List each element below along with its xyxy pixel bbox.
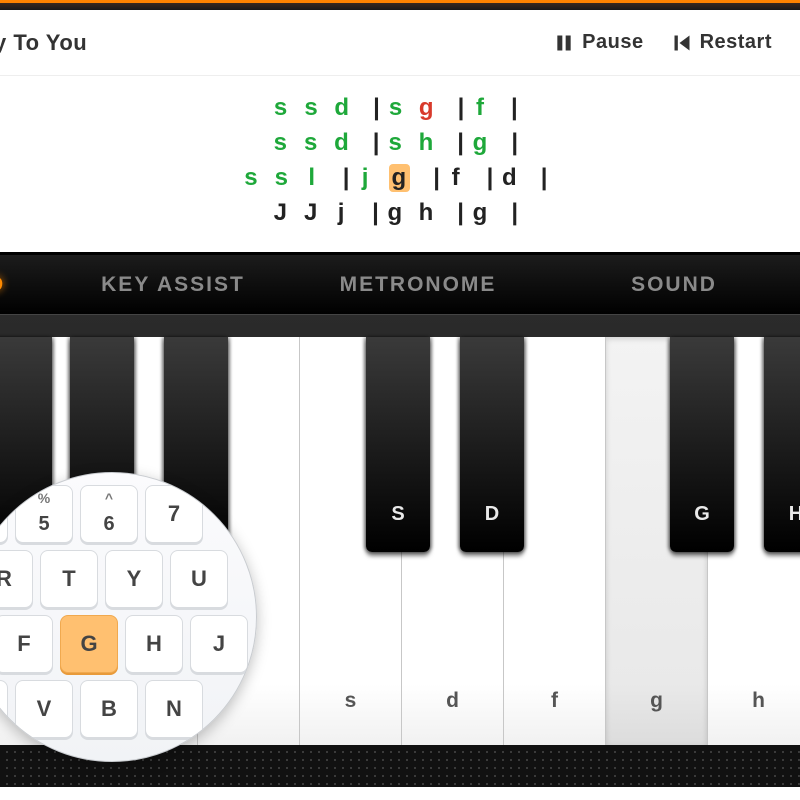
note-token: f — [449, 164, 464, 192]
keyboard-hint-key: B — [80, 680, 138, 738]
bar-separator: | — [339, 164, 354, 192]
keyboard-hint-key: H — [125, 615, 183, 673]
note-token: j — [334, 199, 349, 227]
black-key[interactable]: H — [764, 337, 800, 552]
note-token: h — [419, 129, 435, 157]
keyboard-hint-key: Y — [105, 550, 163, 608]
tab-key-assist[interactable]: KEY ASSIST — [58, 273, 288, 297]
header-buttons: Pause Restart — [554, 31, 772, 54]
app-root: y To You Pause Restart s s d |s g |f |s … — [0, 0, 800, 787]
bar-separator: | — [454, 199, 469, 227]
keyboard-hint-key: U — [170, 550, 228, 608]
keyboard-hint-key: C — [0, 680, 8, 738]
restart-button[interactable]: Restart — [672, 31, 772, 54]
keyboard-hint-key: G — [60, 615, 118, 673]
note-token: s — [304, 129, 319, 157]
bar-separator: | — [430, 164, 445, 192]
bar-separator: | — [537, 164, 552, 192]
note-token: s — [388, 129, 403, 157]
note-token: d — [334, 129, 350, 157]
bar-separator: | — [368, 199, 383, 227]
black-key[interactable]: D — [460, 337, 524, 552]
bar-separator: | — [483, 164, 498, 192]
bar-separator: | — [454, 129, 469, 157]
notation-area: s s d |s g |f |s s d |s h |g |s s l |j g… — [0, 76, 800, 252]
keyboard-hint-grid: 4%5^67 ERTYU DFGHJ CVBN — [0, 485, 248, 738]
tab-metronome[interactable]: METRONOME — [288, 273, 548, 297]
keyboard-hint-key: F — [0, 615, 53, 673]
note-token: s — [244, 164, 259, 192]
note-token: s — [389, 94, 404, 122]
black-key[interactable]: G — [670, 337, 734, 552]
notation-line: s s l |j g |f |d | — [244, 164, 556, 193]
note-token: j — [358, 164, 373, 192]
bar-separator: | — [369, 129, 384, 157]
keyboard-hint-row: ERTYU — [0, 550, 248, 608]
note-token: g — [387, 199, 403, 227]
restart-label: Restart — [700, 31, 772, 54]
note-token: g — [389, 164, 411, 192]
keyboard-hint-key: N — [145, 680, 203, 738]
note-token: s — [274, 164, 289, 192]
note-token: l — [305, 164, 320, 192]
control-tabs: D KEY ASSIST METRONOME SOUND — [0, 252, 800, 314]
notation-line: s s d |s g |f | — [274, 94, 527, 123]
tab-record[interactable]: D — [0, 273, 58, 297]
notation-line: s s d |s h |g | — [273, 129, 526, 158]
keyboard-hint-row: 4%5^67 — [0, 485, 248, 543]
bar-separator: | — [508, 199, 523, 227]
notation-line: J J j |g h |g | — [273, 199, 526, 228]
note-token: f — [473, 94, 488, 122]
pause-icon — [554, 33, 574, 53]
keyboard-hint-key: %5 — [15, 485, 73, 543]
pause-label: Pause — [582, 31, 643, 54]
note-token: s — [274, 94, 289, 122]
keyboard-hint-row: DFGHJ — [0, 615, 248, 673]
note-token: g — [473, 129, 489, 157]
keyboard-hint-key: V — [15, 680, 73, 738]
keyboard-hint-key: ^6 — [80, 485, 138, 543]
bar-separator: | — [507, 94, 522, 122]
keyboard-hint-overlay: 4%5^67 ERTYU DFGHJ CVBN — [0, 472, 257, 762]
note-token: J — [273, 199, 288, 227]
header: y To You Pause Restart — [0, 10, 800, 76]
tab-sound[interactable]: SOUND — [548, 273, 800, 297]
bar-separator: | — [370, 94, 385, 122]
window-top-strip — [0, 0, 800, 10]
note-token: s — [304, 94, 319, 122]
note-token: g — [419, 94, 435, 122]
black-key[interactable]: S — [366, 337, 430, 552]
note-token: J — [304, 199, 319, 227]
keyboard-hint-key: J — [190, 615, 248, 673]
note-token: g — [473, 199, 489, 227]
bar-separator: | — [508, 129, 523, 157]
note-token: h — [419, 199, 435, 227]
bar-separator: | — [454, 94, 469, 122]
restart-icon — [672, 33, 692, 53]
keyboard-hint-key: R — [0, 550, 33, 608]
note-token: s — [273, 129, 288, 157]
note-token: d — [502, 164, 518, 192]
song-title: y To You — [0, 30, 87, 56]
keyboard-hint-key: 7 — [145, 485, 203, 543]
keyboard-hint-row: CVBN — [0, 680, 248, 738]
note-token: d — [334, 94, 350, 122]
keyboard-hint-key: T — [40, 550, 98, 608]
pause-button[interactable]: Pause — [554, 31, 643, 54]
keyboard-hint-key: 4 — [0, 485, 8, 543]
